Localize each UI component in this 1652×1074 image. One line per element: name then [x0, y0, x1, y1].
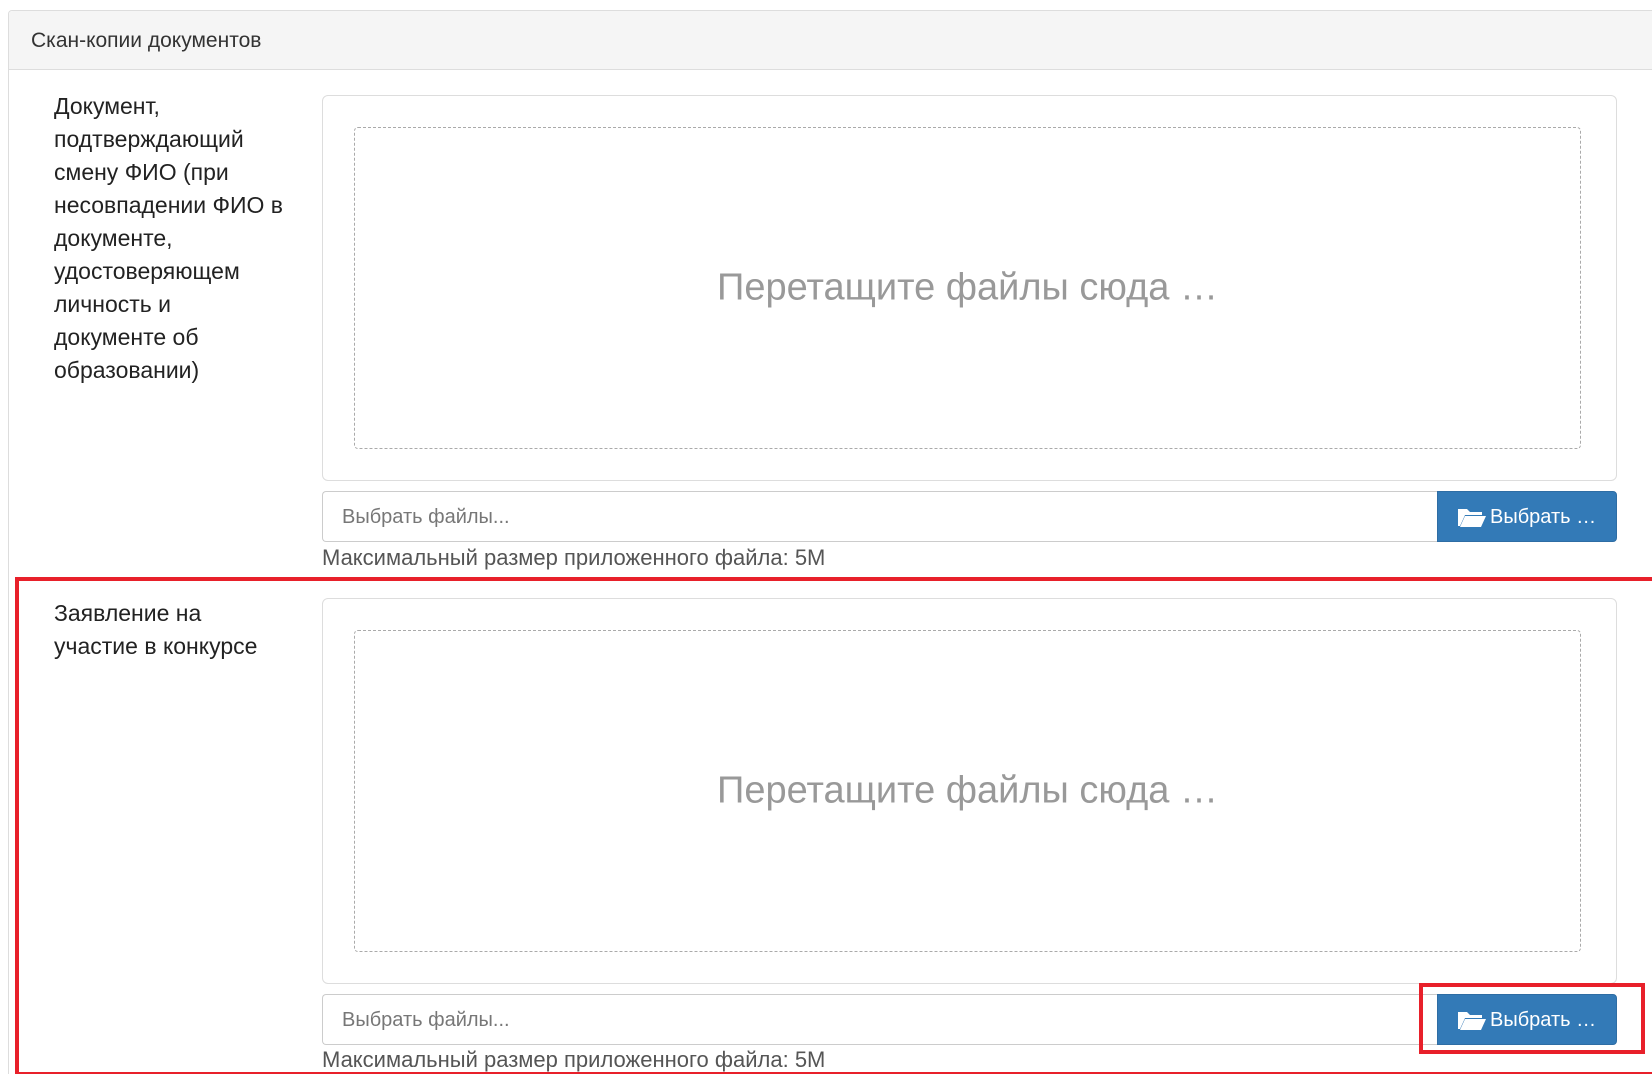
- file-input-application: Выбрать файлы... Выбрать …: [322, 994, 1617, 1045]
- folder-open-icon: [1458, 1012, 1486, 1030]
- dropzone-application[interactable]: Перетащите файлы сюда …: [322, 598, 1617, 984]
- row-label-name-change-document: Документ, подтверждающий смену ФИО (при …: [54, 93, 284, 383]
- dropzone-text: Перетащите файлы сюда …: [717, 769, 1218, 812]
- browse-button[interactable]: Выбрать …: [1437, 994, 1617, 1045]
- panel-heading: Скан-копии документов: [9, 11, 1652, 70]
- browse-button-label: Выбрать …: [1490, 506, 1597, 528]
- dropzone-text: Перетащите файлы сюда …: [717, 266, 1218, 309]
- file-input-name-change-document: Выбрать файлы... Выбрать …: [322, 491, 1617, 542]
- panel-title: Скан-копии документов: [31, 29, 262, 52]
- page: Скан-копии документов Документ, подтверж…: [0, 0, 1652, 1074]
- max-file-size-hint: Максимальный размер приложенного файла: …: [322, 545, 826, 570]
- file-caption-input[interactable]: Выбрать файлы...: [322, 491, 1437, 542]
- file-caption-placeholder: Выбрать файлы...: [342, 506, 510, 528]
- file-caption-input[interactable]: Выбрать файлы...: [322, 994, 1437, 1045]
- folder-open-icon: [1458, 509, 1486, 527]
- dropzone-drop-area[interactable]: Перетащите файлы сюда …: [354, 630, 1581, 952]
- browse-button[interactable]: Выбрать …: [1437, 491, 1617, 542]
- browse-button-label: Выбрать …: [1490, 1009, 1597, 1031]
- file-caption-placeholder: Выбрать файлы...: [342, 1009, 510, 1031]
- max-file-size-hint: Максимальный размер приложенного файла: …: [322, 1047, 826, 1072]
- dropzone-name-change-document[interactable]: Перетащите файлы сюда …: [322, 95, 1617, 481]
- dropzone-drop-area[interactable]: Перетащите файлы сюда …: [354, 127, 1581, 449]
- cropped-heading: [0, 0, 1652, 8]
- row-label-application: Заявление на участие в конкурсе: [54, 600, 258, 659]
